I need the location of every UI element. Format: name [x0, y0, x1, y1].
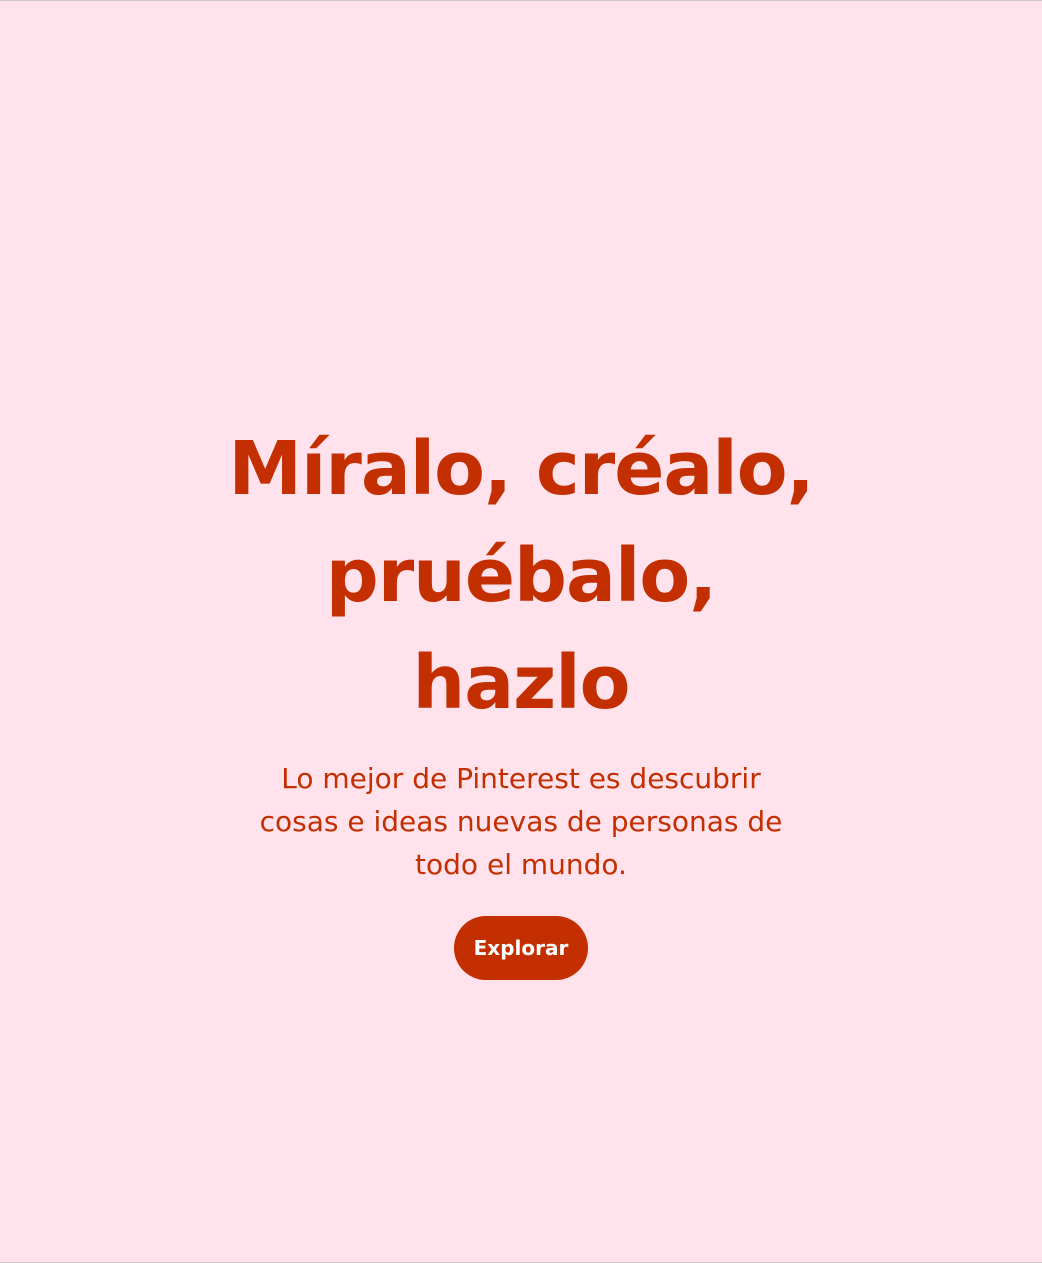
hero-headline: Míralo, créalo, pruébalo, hazlo: [211, 416, 831, 737]
hero-section: Míralo, créalo, pruébalo, hazlo Lo mejor…: [0, 416, 1042, 980]
headline-line-1: Míralo, créalo,: [228, 426, 814, 512]
headline-line-2: pruébalo,: [325, 533, 718, 619]
top-border: [0, 0, 1042, 1]
hero-subtext: Lo mejor de Pinterest es descubrir cosas…: [259, 762, 783, 881]
headline-line-3: hazlo: [412, 640, 631, 726]
explore-button[interactable]: Explorar: [453, 916, 589, 980]
